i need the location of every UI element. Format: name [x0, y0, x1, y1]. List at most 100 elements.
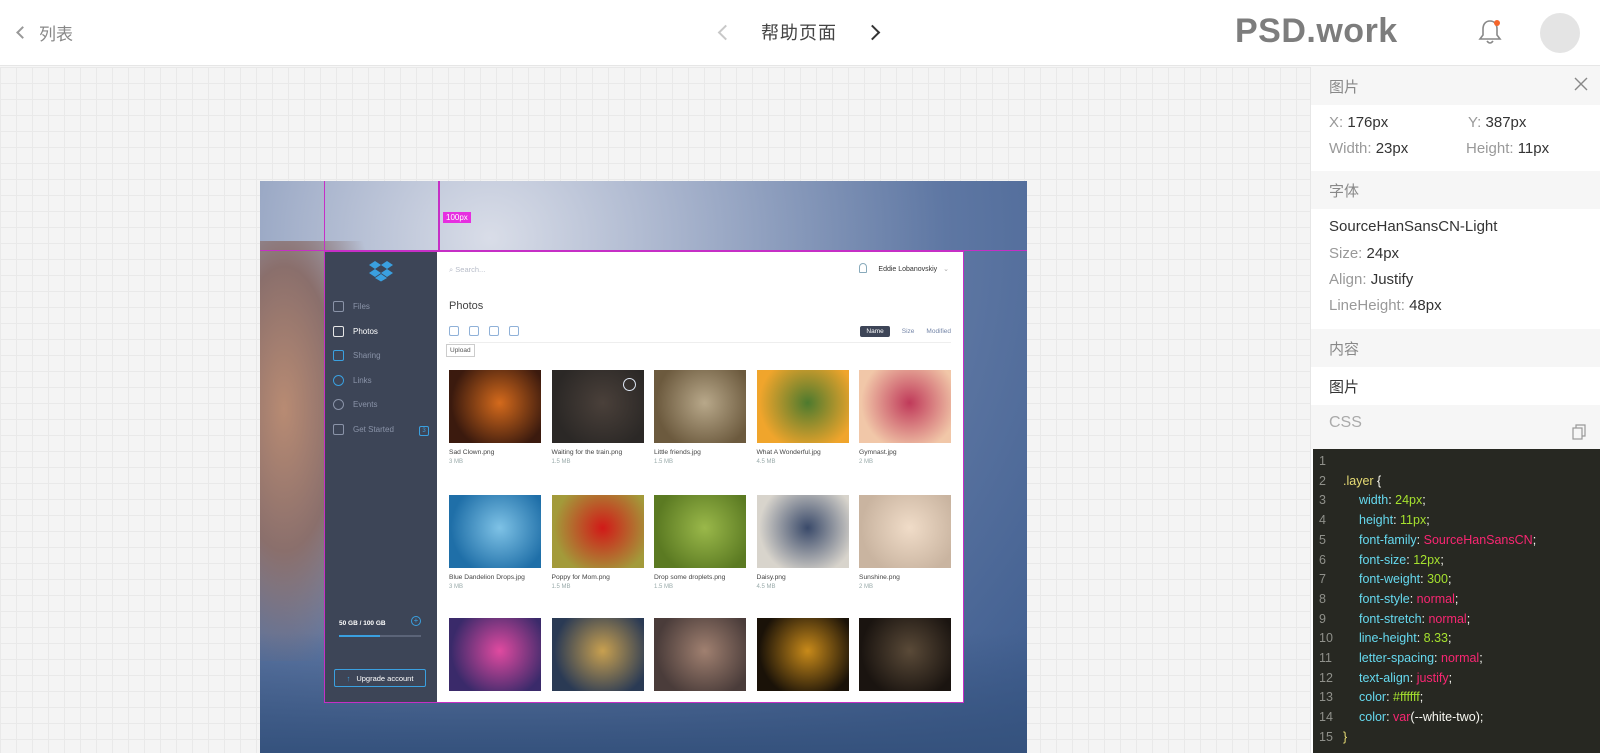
photo-thumbnail: [859, 370, 951, 443]
photo-thumbnail: [756, 495, 849, 568]
content-value[interactable]: 图片: [1329, 376, 1359, 397]
photo-tile[interactable]: What A Wonderful.jpg 4.5 MB: [756, 370, 849, 465]
photo-tile[interactable]: Daisy.png 4.5 MB: [756, 495, 849, 590]
measure-label: 100px: [443, 212, 471, 223]
photo-tile[interactable]: Blue Dandelion Drops.jpg 3 MB: [449, 495, 541, 590]
photo-name: What A Wonderful.jpg: [756, 449, 821, 456]
new-folder-icon[interactable]: [469, 326, 479, 336]
upgrade-account-button[interactable]: ↑ Upgrade account: [334, 669, 426, 687]
css-code-block[interactable]: 1 2 .layer {3 width: 24px; 4 height: 11px; 5 fo…: [1313, 449, 1600, 753]
section-font-header: 字体: [1311, 171, 1600, 209]
design-canvas[interactable]: 100px Files Photos Sharing Links Events Get S…: [0, 67, 1310, 753]
photo-size: 1.5 MB: [654, 459, 674, 465]
section-css-header: CSS: [1311, 405, 1600, 449]
sidebar-item-label: Links: [353, 375, 372, 385]
section-image-header: 图片: [1311, 67, 1600, 105]
code-line: 10 line-height: 8.33;: [1313, 628, 1451, 648]
sort-options: Name Size Modified: [860, 326, 951, 337]
photo-tile[interactable]: [756, 618, 849, 691]
app-sidebar: Files Photos Sharing Links Events Get Started…: [325, 252, 437, 702]
notification-bell-icon[interactable]: [1478, 18, 1502, 46]
app-bell-icon[interactable]: [859, 263, 867, 273]
photo-tile[interactable]: Gymnast.jpg 2 MB: [859, 370, 951, 465]
count-badge: 3: [419, 426, 429, 436]
photo-name: Blue Dandelion Drops.jpg: [449, 574, 525, 581]
font-name: SourceHanSansCN-Light: [1329, 218, 1498, 235]
section-content-header: 内容: [1311, 329, 1600, 367]
prop-y: Y: 387px: [1468, 114, 1527, 131]
user-avatar[interactable]: [1540, 13, 1580, 53]
photo-tile[interactable]: Drop some droplets.png 1.5 MB: [654, 495, 746, 590]
sort-name[interactable]: Name: [860, 326, 890, 337]
photo-thumbnail: [551, 370, 644, 443]
line-number: 15: [1319, 729, 1333, 744]
upload-icon[interactable]: [449, 326, 459, 336]
sidebar-item-files[interactable]: Files: [333, 301, 370, 312]
photo-tile[interactable]: Sad Clown.png 3 MB: [449, 370, 541, 465]
photo-tile[interactable]: [449, 618, 541, 691]
photo-tile[interactable]: [654, 618, 746, 691]
code-line: 7 font-weight: 300;: [1313, 569, 1451, 589]
dropbox-logo-icon: [369, 261, 393, 282]
photo-size: 3 MB: [449, 584, 464, 590]
photo-size: 1.5 MB: [551, 584, 571, 590]
top-bar: 列表 帮助页面 PSD.work: [0, 0, 1600, 66]
photo-name: Poppy for Mom.png: [551, 574, 610, 581]
photo-name: Sad Clown.png: [449, 449, 495, 456]
check-circle-icon[interactable]: [622, 378, 636, 391]
sidebar-item-label: Get Started: [353, 425, 394, 434]
line-number: 1: [1319, 454, 1326, 468]
search-placeholder: Search...: [455, 265, 486, 274]
toolbar: [449, 326, 519, 336]
photo-tile[interactable]: Little friends.jpg 1.5 MB: [654, 370, 746, 465]
code-line: 15}: [1313, 727, 1347, 747]
file-icon: [333, 301, 344, 312]
sidebar-item-sharing[interactable]: Sharing: [333, 350, 381, 362]
sidebar-item-links[interactable]: Links: [333, 374, 372, 386]
prev-page-button[interactable]: [717, 24, 734, 40]
sort-size[interactable]: Size: [902, 328, 915, 335]
copy-icon[interactable]: [1572, 424, 1586, 440]
app-search-input[interactable]: ⌕ Search...: [449, 265, 485, 275]
horizontal-guide: [260, 250, 1027, 251]
share-icon[interactable]: [489, 326, 499, 336]
close-icon[interactable]: [1573, 76, 1589, 92]
code-line: 4 height: 11px;: [1313, 510, 1430, 530]
brand-logo: PSD.work: [1235, 12, 1398, 50]
page-navigator: 帮助页面: [717, 19, 881, 45]
photo-tile[interactable]: Poppy for Mom.png 1.5 MB: [551, 495, 644, 590]
line-number: 3: [1319, 493, 1326, 508]
arrow-up-icon: ↑: [346, 673, 351, 683]
app-main: ⌕ Search... Eddie Lobanovskiy ⌄ Photos U…: [437, 252, 963, 702]
photo-name: Gymnast.jpg: [859, 449, 897, 456]
code-line: 11 letter-spacing: normal;: [1313, 648, 1483, 668]
code-line: 8 font-style: normal;: [1313, 589, 1458, 609]
photo-thumbnail: [449, 495, 541, 568]
photo-tile[interactable]: Waiting for the train.png 1.5 MB: [551, 370, 644, 465]
app-mockup[interactable]: Files Photos Sharing Links Events Get Started…: [324, 251, 964, 703]
delete-icon[interactable]: [509, 326, 519, 336]
sidebar-item-label: Sharing: [353, 351, 381, 361]
storage-usage: 50 GB / 100 GB: [339, 620, 386, 627]
artboard[interactable]: 100px Files Photos Sharing Links Events Get S…: [260, 181, 1027, 753]
code-line: 9 font-stretch: normal;: [1313, 609, 1470, 629]
measure-guide-box: [324, 181, 439, 251]
sidebar-item-events[interactable]: Events: [333, 399, 377, 411]
next-page-button[interactable]: [864, 24, 881, 40]
sidebar-item-photos[interactable]: Photos: [333, 325, 378, 337]
photo-tile[interactable]: Sunshine.png 2 MB: [859, 495, 951, 590]
photo-name: Daisy.png: [756, 574, 786, 581]
photo-tile[interactable]: [859, 618, 951, 691]
photo-size: 1.5 MB: [654, 584, 674, 590]
add-storage-icon[interactable]: +: [411, 616, 421, 626]
sidebar-item-get-started[interactable]: Get Started: [333, 424, 394, 435]
photo-name: Drop some droplets.png: [654, 574, 726, 581]
photo-tile[interactable]: [551, 618, 644, 691]
sort-modified[interactable]: Modified: [926, 328, 951, 335]
prop-line-height: LineHeight: 48px: [1329, 297, 1442, 314]
code-line: 2 .layer {: [1313, 471, 1381, 491]
app-user-menu[interactable]: Eddie Lobanovskiy ⌄: [878, 265, 949, 273]
photo-name: Little friends.jpg: [654, 449, 701, 456]
page-title: 帮助页面: [761, 23, 837, 43]
back-button[interactable]: 列表: [16, 20, 73, 45]
